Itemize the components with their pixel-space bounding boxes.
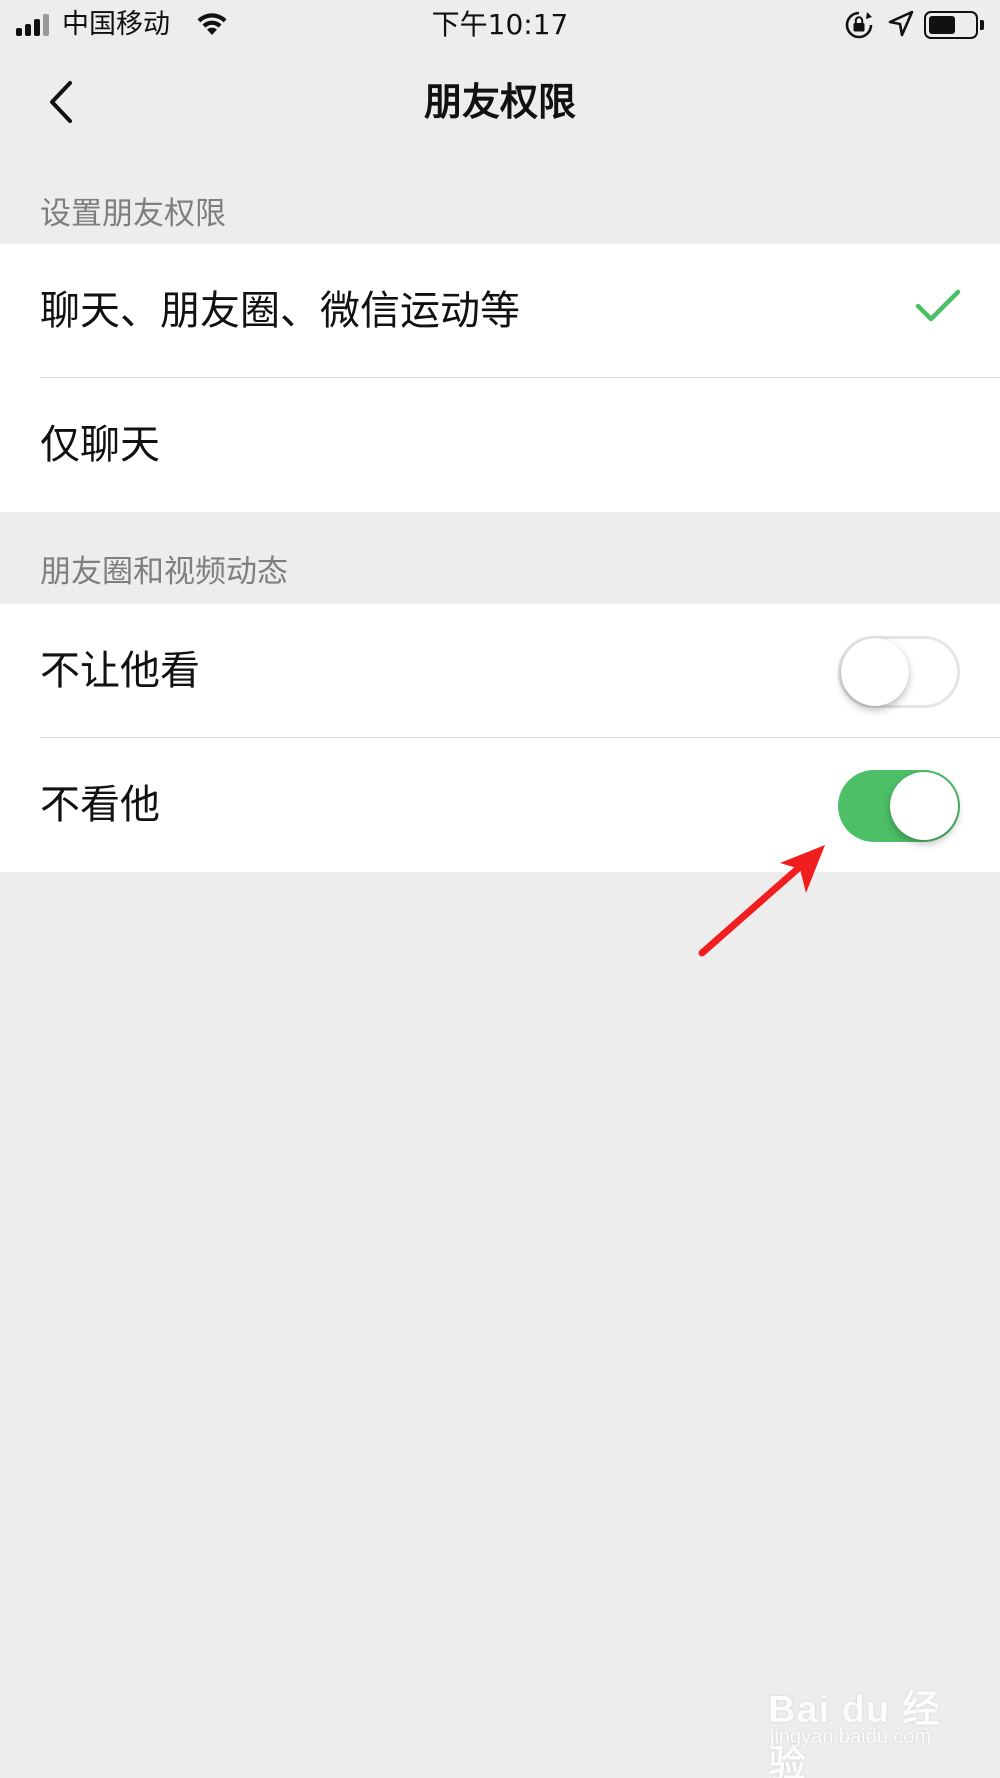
section-header-moments-video: 朋友圈和视频动态 [40,554,288,590]
watermark-url: jingyan.baidu.com [770,1726,932,1748]
setting-label: 不看他 [40,782,160,828]
rotation-lock-icon [845,11,873,39]
option-chat-moments-werun[interactable]: 聊天、朋友圈、微信运动等 [0,244,1000,378]
battery-icon [924,11,984,39]
setting-label: 不让他看 [40,648,200,694]
moments-settings-group: 不让他看 不看他 [0,604,1000,872]
baidu-jingyan-watermark: Bai du 经验 jingyan.baidu.com [768,1660,968,1778]
option-label: 仅聊天 [40,422,160,468]
wechat-friend-permissions-screen: 中国移动 下午10:17 朋友权限 设置朋友权限 聊天、朋友圈、微信运动等 仅聊… [0,0,1000,1778]
permission-options-group: 聊天、朋友圈、微信运动等 仅聊天 [0,244,1000,512]
setting-hide-their-posts: 不看他 [0,738,1000,872]
section-header-friend-permissions: 设置朋友权限 [40,196,226,232]
status-bar: 中国移动 下午10:17 [0,0,1000,52]
toggle-knob [890,772,958,840]
setting-hide-my-posts: 不让他看 [0,604,1000,738]
hide-my-posts-toggle[interactable] [838,636,960,708]
page-title: 朋友权限 [423,80,576,124]
toggle-knob [841,638,909,706]
location-arrow-icon [888,10,914,37]
hide-their-posts-toggle[interactable] [838,770,960,842]
navigation-bar: 朋友权限 [0,52,1000,152]
battery-level [929,16,955,34]
option-label: 聊天、朋友圈、微信运动等 [40,288,520,334]
check-icon [915,289,961,322]
option-chat-only[interactable]: 仅聊天 [0,378,1000,512]
annotation-arrow-icon [698,845,825,957]
